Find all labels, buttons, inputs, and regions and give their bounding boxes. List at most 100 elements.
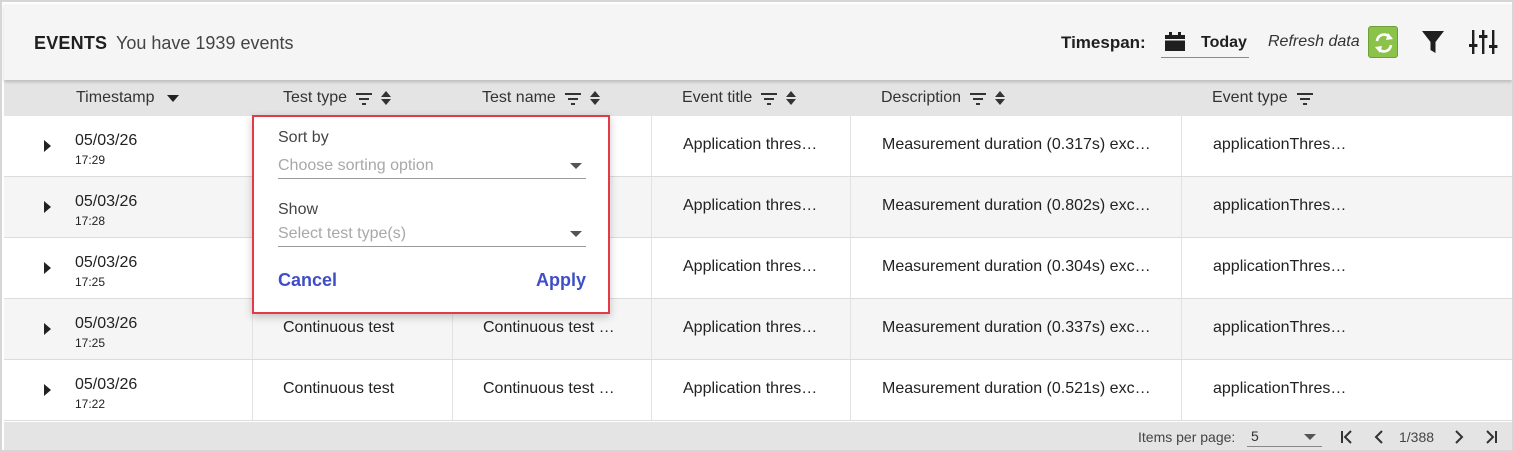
row-date: 05/03/26 [75,132,138,149]
row-test-type: Continuous test [283,319,395,336]
apply-button[interactable]: Apply [536,270,586,291]
test-type-select[interactable]: Select test type(s) [278,221,586,247]
cell-timestamp: 05/03/26 17:28 [4,177,253,237]
cell-event-type: applicationThres… [1182,116,1512,176]
events-count: You have 1939 events [116,33,294,53]
timespan-label: Timespan: [1061,33,1146,52]
page-title: EVENTS [34,33,108,53]
cell-event-title: Application thres… [652,299,851,359]
cell-description: Measurement duration (0.304s) exc… [851,238,1182,298]
events-header: EVENTS You have 1939 events Timespan: To… [4,4,1512,80]
column-label: Event title [682,89,753,106]
expand-row-icon[interactable] [44,201,51,213]
sort-updown-icon[interactable] [786,91,797,105]
table-row[interactable]: 05/03/26 17:22 Continuous test Continuou… [4,360,1512,421]
chevron-down-icon [570,231,582,237]
sort-updown-icon[interactable] [381,91,392,105]
sort-option-placeholder: Choose sorting option [278,157,434,174]
last-page-icon[interactable] [1482,428,1500,446]
sort-by-label: Sort by [278,129,329,146]
table-header: Timestamp Test type Test name Event titl… [4,80,1512,116]
paginator: Items per page: 5 1/388 [4,422,1512,450]
column-settings-icon[interactable] [1468,29,1498,55]
row-event-type: applicationThres… [1213,380,1347,397]
row-description: Measurement duration (0.304s) exc… [882,258,1151,275]
row-event-title: Application thres… [683,136,818,153]
refresh-label: Refresh data [1268,33,1360,50]
table-row[interactable]: 05/03/26 17:29 Application thres… Measur… [4,116,1512,177]
row-test-name: Continuous test … [483,319,615,336]
row-time: 17:25 [75,275,106,289]
row-time: 17:22 [75,397,106,411]
column-label: Event type [1212,89,1288,106]
sort-desc-arrow-icon[interactable] [166,94,179,102]
row-date: 05/03/26 [75,376,138,393]
table-row[interactable]: 05/03/26 17:28 Application thres… Measur… [4,177,1512,238]
cell-event-title: Application thres… [652,116,851,176]
expand-row-icon[interactable] [44,323,51,335]
items-per-page-select[interactable]: 5 [1247,425,1322,447]
column-header-timestamp[interactable]: Timestamp [76,89,179,107]
row-event-title: Application thres… [683,380,818,397]
filter-lines-icon[interactable] [355,91,373,105]
first-page-icon[interactable] [1338,428,1356,446]
cell-event-title: Application thres… [652,177,851,237]
filter-icon[interactable] [1422,30,1444,54]
row-description: Measurement duration (0.317s) exc… [882,136,1151,153]
timespan-selector[interactable]: Today [1161,26,1249,58]
sort-updown-icon[interactable] [589,91,600,105]
table-body: 05/03/26 17:29 Application thres… Measur… [4,116,1512,422]
row-test-name: Continuous test … [483,380,615,397]
page-indicator: 1/388 [1399,429,1435,445]
row-date: 05/03/26 [75,254,138,271]
column-header-test-name[interactable]: Test name [482,89,600,107]
events-panel: EVENTS You have 1939 events Timespan: To… [0,0,1514,452]
filter-lines-icon[interactable] [564,91,582,105]
previous-page-icon[interactable] [1370,428,1388,446]
column-label: Test type [283,89,348,106]
cell-timestamp: 05/03/26 17:22 [4,360,253,420]
column-header-event-type[interactable]: Event type [1212,89,1314,107]
sort-updown-icon[interactable] [995,91,1006,105]
filter-lines-icon[interactable] [1296,91,1314,105]
expand-row-icon[interactable] [44,262,51,274]
chevron-down-icon [570,163,582,169]
timespan-value: Today [1201,34,1247,51]
expand-row-icon[interactable] [44,140,51,152]
cell-test-name: Continuous test … [453,360,652,420]
cell-timestamp: 05/03/26 17:25 [4,238,253,298]
sort-option-select[interactable]: Choose sorting option [278,153,586,179]
items-per-page-value: 5 [1251,428,1259,444]
row-event-type: applicationThres… [1213,197,1347,214]
cell-event-type: applicationThres… [1182,177,1512,237]
row-description: Measurement duration (0.337s) exc… [882,319,1151,336]
row-test-type: Continuous test [283,380,395,397]
row-event-type: applicationThres… [1213,258,1347,275]
filter-lines-icon[interactable] [760,91,778,105]
expand-row-icon[interactable] [44,384,51,396]
cell-timestamp: 05/03/26 17:29 [4,116,253,176]
test-type-placeholder: Select test type(s) [278,225,407,242]
filter-lines-icon[interactable] [969,91,987,105]
row-time: 17:29 [75,153,106,167]
row-description: Measurement duration (0.802s) exc… [882,197,1151,214]
column-header-event-title[interactable]: Event title [682,89,797,107]
next-page-icon[interactable] [1450,428,1468,446]
column-label: Description [881,89,962,106]
column-label: Test name [482,89,556,106]
cell-test-type: Continuous test [253,360,453,420]
column-header-description[interactable]: Description [881,89,1006,107]
cell-event-type: applicationThres… [1182,238,1512,298]
row-event-type: applicationThres… [1213,319,1347,336]
cell-event-type: applicationThres… [1182,360,1512,420]
cell-event-title: Application thres… [652,360,851,420]
cancel-button[interactable]: Cancel [278,270,337,291]
refresh-button[interactable] [1368,26,1398,58]
row-description: Measurement duration (0.521s) exc… [882,380,1151,397]
table-row[interactable]: 05/03/26 17:25 Continuous test Continuou… [4,299,1512,360]
table-row[interactable]: 05/03/26 17:25 Application thres… Measur… [4,238,1512,299]
column-header-test-type[interactable]: Test type [283,89,392,107]
show-label: Show [278,201,319,218]
cell-event-type: applicationThres… [1182,299,1512,359]
refresh-icon [1375,33,1393,53]
